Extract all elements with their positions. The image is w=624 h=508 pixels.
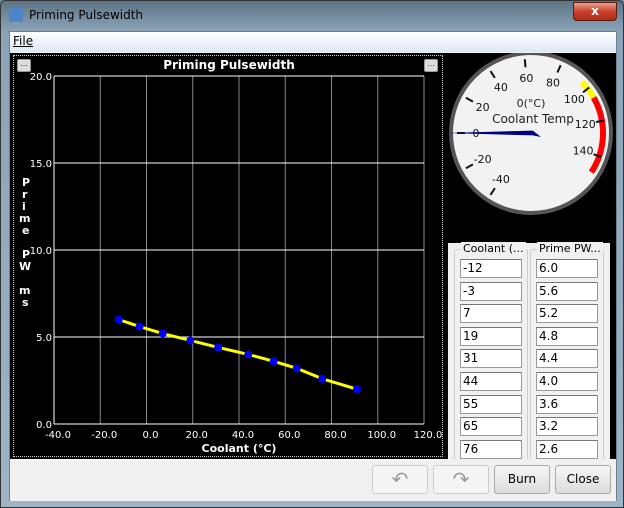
data-point [352, 385, 361, 394]
burn-button[interactable]: Burn [494, 465, 550, 494]
data-point [318, 374, 327, 383]
prime-cell[interactable]: 3.2 [536, 417, 598, 437]
coolant-cell[interactable]: 65 [460, 417, 522, 437]
undo-button[interactable]: ↶ [372, 465, 428, 494]
gauge-tick [523, 59, 527, 68]
gauge-title: Coolant Temp [492, 112, 574, 126]
client-area: File ... ... Priming Pulsewidth -40.0 -20.… [9, 31, 617, 501]
y-tick-label: 5.0 [36, 333, 52, 344]
data-point [135, 322, 144, 331]
prime-cell[interactable]: 4.4 [536, 349, 598, 369]
data-point [292, 364, 301, 373]
coolant-temp-gauge: -40-200204060801001201400(°C)Coolant Tem… [446, 53, 613, 215]
prime-cell[interactable]: 6.0 [536, 259, 598, 278]
coolant-cell[interactable]: 7 [460, 304, 522, 324]
x-tick-label: 60.0 [278, 430, 300, 441]
coolant-header: Coolant (... [461, 242, 526, 255]
button-bar: ↶ ↷ Burn Close [10, 459, 616, 501]
line-chart[interactable]: Priming Pulsewidth -40.0 -20.0 0.0 20.0 40.0 6… [14, 56, 444, 458]
prime-pw-header: Prime PW... [537, 242, 603, 255]
x-tick-label: -20.0 [91, 430, 117, 441]
x-tick-label: 20.0 [186, 430, 208, 441]
y-axis-label: Prime PW ms [19, 176, 31, 309]
prime-cell[interactable]: 5.2 [536, 304, 598, 324]
window-close-button[interactable]: x [573, 2, 617, 21]
x-tick-label: 0.0 [143, 430, 159, 441]
close-button[interactable]: Close [555, 465, 611, 494]
coolant-cell[interactable]: 55 [460, 394, 522, 414]
gauge-tick [595, 119, 605, 123]
data-point [158, 329, 167, 338]
gauge-units: 0(°C) [517, 97, 546, 110]
y-tick-label: 10.0 [30, 246, 52, 257]
data-point [114, 315, 123, 324]
data-point [186, 336, 195, 345]
table-panel: Coolant (...-12-3719314455657691 Prime P… [448, 242, 610, 482]
prime-pw-column: Prime PW...6.05.65.24.84.44.03.63.22.62.… [530, 242, 604, 482]
gauge-tick-label: 140 [573, 145, 594, 158]
prime-cell[interactable]: 3.6 [536, 394, 598, 414]
data-point [269, 357, 278, 366]
gauge-tick-label: -40 [492, 173, 510, 186]
y-tick-label: 0.0 [36, 420, 52, 431]
x-tick-label: 120.0 [414, 430, 443, 441]
coolant-cell[interactable]: -3 [460, 281, 522, 301]
gauge-tick-label: 100 [564, 93, 585, 106]
prime-cell[interactable]: 5.6 [536, 281, 598, 301]
y-tick-label: 20.0 [30, 72, 52, 83]
gauge-tick-label: 120 [575, 118, 596, 131]
coolant-cell[interactable]: 19 [460, 326, 522, 346]
redo-button[interactable]: ↷ [433, 465, 489, 494]
coolant-cell[interactable]: 76 [460, 439, 522, 459]
chart-title: Priming Pulsewidth [163, 58, 295, 72]
x-tick-label: 80.0 [324, 430, 346, 441]
prime-cell[interactable]: 4.0 [536, 372, 598, 391]
prime-cell[interactable]: 4.8 [536, 326, 598, 346]
menu-bar: File [10, 32, 616, 52]
coolant-cell[interactable]: 31 [460, 349, 522, 369]
content-area: ... ... Priming Pulsewidth -40.0 -20.0 0.0 2… [10, 53, 616, 482]
app-icon [9, 8, 23, 22]
window: Priming Pulsewidth x File ... ... Primin… [0, 0, 624, 508]
data-point [214, 343, 223, 352]
data-point [244, 350, 253, 359]
gauge-tick-label: 60 [519, 72, 533, 85]
x-axis-label: Coolant (°C) [202, 442, 277, 455]
chart-panel: ... ... Priming Pulsewidth -40.0 -20.0 0.0 2… [13, 55, 443, 457]
gauge-tick-label: 40 [494, 81, 508, 94]
gauge-tick-label: -20 [474, 153, 492, 166]
coolant-cell[interactable]: 44 [460, 372, 522, 391]
window-title: Priming Pulsewidth [29, 8, 144, 22]
gauge-tick-label: 20 [476, 101, 490, 114]
gauge-tick-label: 80 [546, 77, 560, 90]
prime-cell[interactable]: 2.6 [536, 439, 598, 459]
coolant-column: Coolant (...-12-3719314455657691 [454, 242, 528, 482]
coolant-cell[interactable]: -12 [460, 259, 522, 278]
menu-file[interactable]: File [13, 34, 33, 48]
x-tick-label: 40.0 [232, 430, 254, 441]
y-tick-label: 15.0 [30, 159, 52, 170]
x-tick-label: -40.0 [45, 430, 71, 441]
x-tick-label: 100.0 [367, 430, 396, 441]
